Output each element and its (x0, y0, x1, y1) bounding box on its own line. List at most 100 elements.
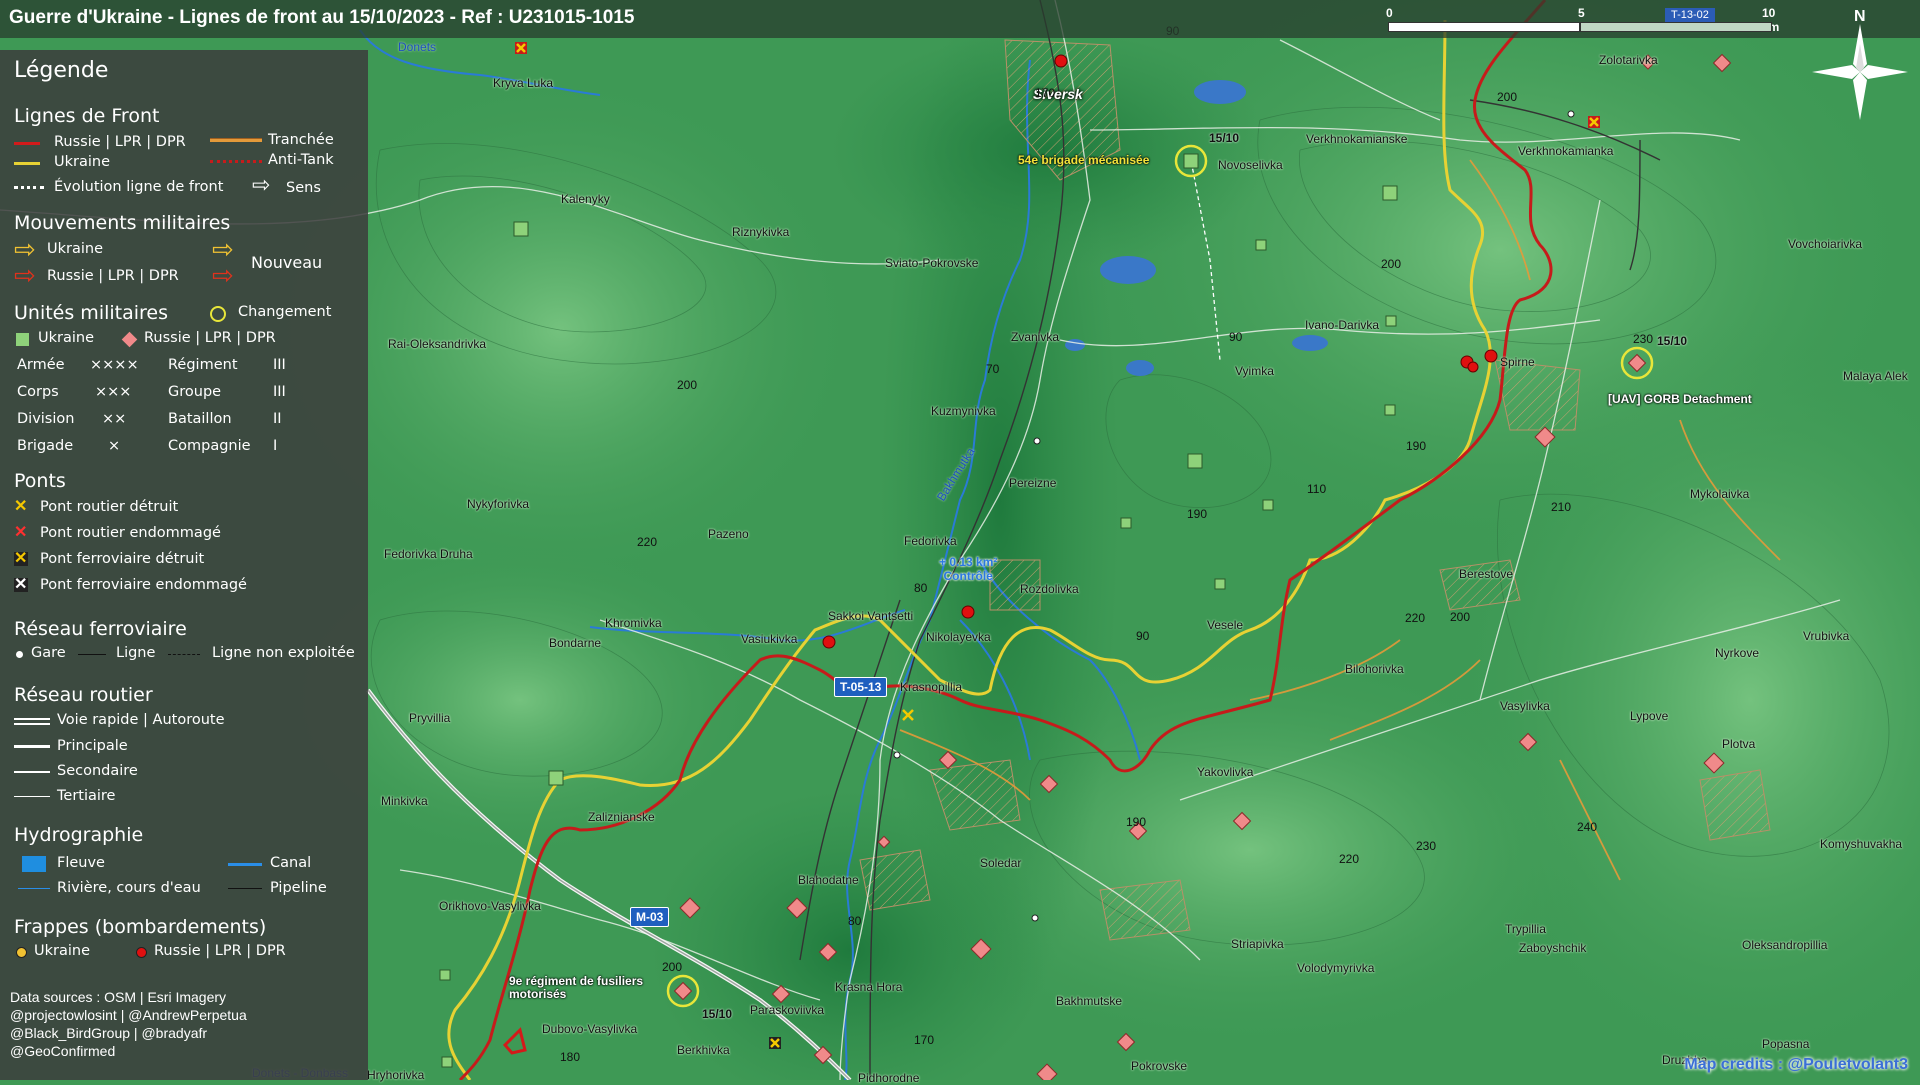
place-label[interactable]: Fedorivka Druha (384, 547, 473, 561)
place-label[interactable]: Sviato-Pokrovske (885, 256, 978, 270)
place-label[interactable]: Paraskoviivka (750, 1003, 824, 1017)
echelon-brigade-sym: × (108, 438, 121, 454)
place-label[interactable]: Popasna (1762, 1037, 1809, 1051)
place-label[interactable]: Vrubivka (1803, 629, 1849, 643)
place-label[interactable]: Mykolaivka (1690, 487, 1749, 501)
place-label[interactable]: Nyrkove (1715, 646, 1759, 660)
place-label[interactable]: Krasna Hora (835, 980, 902, 994)
place-label[interactable]: Rozdolivka (1020, 582, 1079, 596)
strike-marker[interactable] (1467, 361, 1479, 373)
place-label[interactable]: Zaliznianske (588, 810, 655, 824)
ukraine-unit-icon[interactable] (1385, 315, 1397, 327)
place-label[interactable]: Trypillia (1505, 922, 1546, 936)
strike-marker[interactable] (1484, 349, 1498, 363)
place-label[interactable]: Kalenyky (561, 192, 610, 206)
place-label[interactable]: Pokrovske (1131, 1059, 1187, 1073)
place-label[interactable]: Vovchoiarivka (1788, 237, 1862, 251)
place-label[interactable]: Minkivka (381, 794, 428, 808)
legend-russia-line (14, 142, 40, 145)
ukraine-brigade-icon[interactable] (1183, 153, 1199, 169)
place-label[interactable]: Berestove (1459, 567, 1513, 581)
ukraine-unit-icon[interactable] (1255, 239, 1267, 251)
place-label[interactable]: Pazeno (708, 527, 749, 541)
place-label[interactable]: Striapivka (1231, 937, 1284, 951)
place-label[interactable]: Volodymyrivka (1297, 961, 1374, 975)
rail-bridge-destroyed[interactable] (769, 1037, 781, 1049)
place-label[interactable]: Krasnopillia (900, 680, 962, 694)
ukraine-unit-icon[interactable] (441, 1056, 453, 1068)
legend-railway-heading: Réseau ferroviaire (14, 618, 187, 640)
strike-marker[interactable] (961, 605, 975, 619)
place-label[interactable]: Nykyforivka (467, 497, 529, 511)
ukraine-unit-icon[interactable] (1214, 578, 1226, 590)
road-bridge-destroyed[interactable] (1588, 116, 1600, 128)
elevation-label: 200 (1497, 90, 1518, 104)
place-label[interactable]: Kuzmynivka (931, 404, 996, 418)
ukraine-unit-icon[interactable] (548, 770, 564, 786)
echelon-division-sym: ×× (102, 411, 127, 427)
echelon-division: Division (17, 411, 75, 427)
place-label[interactable]: Vyimka (1235, 364, 1274, 378)
ukraine-unit-icon[interactable] (1120, 517, 1132, 529)
place-label[interactable]: Vesele (1207, 618, 1243, 632)
place-label[interactable]: Lypove (1630, 709, 1668, 723)
place-label[interactable]: Bakhmutske (1056, 994, 1122, 1008)
place-label[interactable]: Yakovlivka (1197, 765, 1253, 779)
place-label[interactable]: Malaya Alek (1843, 369, 1908, 383)
ru-uav-label: [UAV] GORB Detachment (1608, 392, 1752, 406)
place-label[interactable]: Vasylivka (1500, 699, 1550, 713)
stream-line-icon (18, 888, 50, 889)
place-label[interactable]: Bondarne (549, 636, 601, 650)
place-label[interactable]: Orikhovo-Vasylivka (439, 899, 541, 913)
place-label[interactable]: Pidhorodne (858, 1071, 919, 1085)
place-label[interactable]: Vasiukivka (741, 632, 797, 646)
ukraine-unit-icon[interactable] (1262, 499, 1274, 511)
place-label[interactable]: Zaboyshchik (1519, 941, 1586, 955)
legend-strike-russia: Russie | LPR | DPR (154, 943, 286, 959)
place-label[interactable]: Fedorivka (904, 534, 957, 548)
echelon-corps: Corps (17, 384, 59, 400)
strike-marker[interactable] (1054, 54, 1068, 68)
place-label[interactable]: Kryva Luka (493, 76, 553, 90)
place-label[interactable]: Plotva (1722, 737, 1755, 751)
place-label[interactable]: Verkhnokamianka (1518, 144, 1613, 158)
ukraine-unit-icon[interactable] (513, 221, 529, 237)
place-label[interactable]: Verkhnokamianske (1306, 132, 1407, 146)
echelon-company-sym: I (273, 438, 278, 454)
bridge-rail-damaged: Pont ferroviaire endommagé (40, 577, 247, 593)
place-label[interactable]: Dubovo-Vasylivka (542, 1022, 637, 1036)
place-label[interactable]: Spirne (1500, 355, 1535, 369)
elevation-label: 230 (1416, 839, 1437, 853)
ukraine-unit-icon[interactable] (1384, 404, 1396, 416)
ukraine-unit-icon[interactable] (1382, 185, 1398, 201)
ukraine-unit-icon[interactable] (439, 969, 451, 981)
compass-star-icon (1812, 24, 1908, 120)
strike-marker[interactable] (822, 635, 836, 649)
elevation-label: 80 (848, 914, 862, 928)
legend-canal: Canal (270, 855, 312, 871)
data-source-line: @GeoConfirmed (10, 1043, 116, 1059)
place-label[interactable]: Bilohorivka (1345, 662, 1404, 676)
place-label[interactable]: Zvanivka (1011, 330, 1059, 344)
ukraine-unit-icon[interactable] (1187, 453, 1203, 469)
place-label[interactable]: Rai-Oleksandrivka (388, 337, 486, 351)
place-label[interactable]: Blahodatne (798, 873, 859, 887)
legend-river: Fleuve (57, 855, 105, 871)
place-label[interactable]: Pereizne (1009, 476, 1056, 490)
place-label[interactable]: Pryvillia (409, 711, 450, 725)
sheet-ref: T-13-02 (1665, 8, 1715, 22)
place-label[interactable]: Khromivka (605, 616, 662, 630)
elevation-label: 220 (1405, 611, 1426, 625)
legend-station: Gare (31, 645, 66, 661)
place-label[interactable]: Novoselivka (1218, 158, 1283, 172)
place-label[interactable]: Soledar (980, 856, 1021, 870)
place-label[interactable]: Komyshuvakha (1820, 837, 1902, 851)
road-bridge-destroyed[interactable] (515, 42, 527, 54)
place-label[interactable]: Berkhivka (677, 1043, 730, 1057)
place-label[interactable]: Sakkoi Vantsetti (828, 609, 913, 623)
place-label[interactable]: Nikolayevka (926, 630, 991, 644)
place-label[interactable]: Oleksandropillia (1742, 938, 1827, 952)
place-label[interactable]: Riznykivka (732, 225, 789, 239)
place-label[interactable]: Ivano-Darivka (1305, 318, 1379, 332)
place-label[interactable]: Zolotarivka (1599, 53, 1658, 67)
